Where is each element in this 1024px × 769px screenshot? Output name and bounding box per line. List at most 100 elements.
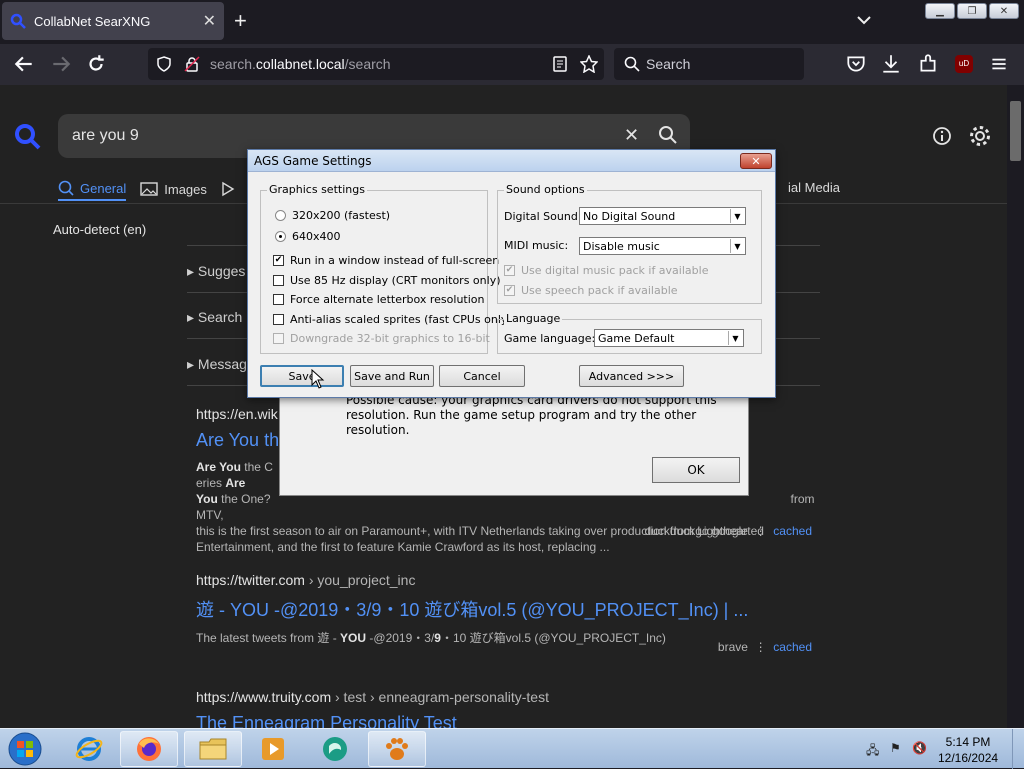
forward-icon[interactable] bbox=[50, 53, 72, 75]
scrollbar-thumb[interactable] bbox=[1010, 101, 1021, 161]
app-icon bbox=[323, 737, 347, 761]
taskbar-media-player[interactable] bbox=[244, 731, 302, 767]
windows-logo-icon bbox=[8, 732, 42, 766]
restore-button[interactable]: ❐ bbox=[957, 3, 987, 19]
web-search-box[interactable]: Search bbox=[614, 48, 804, 80]
speech-pack-checkbox: ✔ Use speech pack if available bbox=[504, 284, 678, 297]
dialog-titlebar[interactable]: AGS Game Settings ✕ bbox=[248, 150, 775, 172]
tab-bar: CollabNet SearXNG ✕ + ▁ ❐ ✕ bbox=[0, 0, 1024, 44]
start-button[interactable] bbox=[4, 731, 46, 767]
tab-social-media[interactable]: ial Media bbox=[788, 180, 840, 195]
reader-view-icon[interactable] bbox=[552, 56, 568, 72]
back-icon[interactable] bbox=[13, 53, 35, 75]
sound-options-group: Sound options Digital Sound: No Digital … bbox=[497, 183, 762, 304]
cached-link[interactable]: cached bbox=[773, 524, 812, 538]
clear-search-icon[interactable]: ✕ bbox=[624, 125, 639, 146]
antialias-checkbox[interactable]: Anti-alias scaled sprites (fast CPUs onl… bbox=[273, 313, 512, 326]
result-url[interactable]: https://twitter.com › you_project_inc bbox=[196, 572, 820, 588]
query-input[interactable]: are you 9 bbox=[72, 127, 139, 145]
new-tab-button[interactable]: + bbox=[234, 10, 247, 32]
search-result: https://www.truity.com › test › enneagra… bbox=[196, 689, 820, 728]
result-url[interactable]: https://www.truity.com › test › enneagra… bbox=[196, 689, 820, 705]
game-language-select[interactable]: Game Default ▼ bbox=[594, 329, 744, 347]
url-bar[interactable]: search.collabnet.local/search bbox=[148, 48, 604, 80]
result-meta: brave ⋮ cached bbox=[717, 640, 812, 654]
save-button[interactable]: Save bbox=[260, 365, 344, 387]
checkbox-disabled-icon bbox=[273, 333, 284, 344]
digital-sound-select[interactable]: No Digital Sound ▼ bbox=[579, 207, 746, 225]
checkbox-icon bbox=[273, 314, 284, 325]
ublock-origin-icon[interactable]: uD bbox=[953, 53, 975, 75]
error-ok-button[interactable]: OK bbox=[652, 457, 740, 483]
nav-bar: search.collabnet.local/search Search uD bbox=[0, 44, 1024, 85]
language-label: Language bbox=[504, 312, 563, 325]
messages-expander[interactable]: ▸ Message bbox=[187, 356, 255, 373]
pocket-icon[interactable] bbox=[845, 53, 867, 75]
video-icon bbox=[222, 181, 235, 197]
result-title[interactable]: The Enneagram Personality Test bbox=[196, 713, 820, 728]
volume-muted-icon[interactable]: 🔇 bbox=[912, 741, 927, 755]
taskbar-firefox[interactable] bbox=[120, 731, 178, 767]
menu-icon[interactable] bbox=[988, 53, 1010, 75]
taskbar-internet-explorer[interactable] bbox=[60, 731, 118, 767]
downgrade-checkbox: Downgrade 32-bit graphics to 16-bit bbox=[273, 332, 490, 345]
checkbox-checked-disabled-icon: ✔ bbox=[504, 285, 515, 296]
taskbar-explorer[interactable] bbox=[184, 731, 242, 767]
cancel-button[interactable]: Cancel bbox=[439, 365, 525, 387]
tab-images-label: Images bbox=[164, 181, 207, 197]
midi-music-select[interactable]: Disable music ▼ bbox=[579, 237, 746, 255]
checkbox-checked-disabled-icon: ✔ bbox=[504, 265, 515, 276]
windowed-checkbox[interactable]: ✔ Run in a window instead of full-screen bbox=[273, 254, 499, 267]
shield-icon[interactable] bbox=[156, 56, 172, 72]
info-icon[interactable] bbox=[932, 126, 952, 146]
graphics-settings-group: Graphics settings 320x200 (fastest) 640x… bbox=[260, 183, 512, 354]
taskbar-app[interactable] bbox=[306, 731, 364, 767]
res-320-radio[interactable]: 320x200 (fastest) bbox=[275, 209, 390, 222]
advanced-button[interactable]: Advanced >>> bbox=[579, 365, 684, 387]
tab-images[interactable]: Images bbox=[140, 177, 207, 201]
dialog-title: AGS Game Settings bbox=[254, 154, 372, 168]
mouse-cursor-icon bbox=[311, 369, 325, 389]
bookmark-star-icon[interactable] bbox=[580, 55, 598, 73]
close-window-button[interactable]: ✕ bbox=[989, 3, 1019, 19]
taskbar-ags-game[interactable] bbox=[368, 731, 426, 767]
reload-icon[interactable] bbox=[85, 53, 107, 75]
hz85-checkbox[interactable]: Use 85 Hz display (CRT monitors only) bbox=[273, 274, 501, 287]
language-selector[interactable]: Auto-detect (en) bbox=[53, 222, 146, 237]
letterbox-checkbox[interactable]: Force alternate letterbox resolution bbox=[273, 293, 484, 306]
list-all-tabs-icon[interactable] bbox=[856, 12, 872, 28]
system-clock[interactable]: 5:14 PM 12/16/2024 bbox=[938, 734, 998, 766]
tab-videos[interactable] bbox=[221, 177, 235, 201]
lock-insecure-icon[interactable] bbox=[184, 56, 200, 72]
cached-link[interactable]: cached bbox=[773, 640, 812, 654]
downloads-icon[interactable] bbox=[880, 53, 902, 75]
sound-options-label: Sound options bbox=[504, 183, 587, 196]
action-center-flag-icon[interactable]: ⚑ bbox=[890, 741, 901, 755]
dropdown-arrow-icon: ▼ bbox=[730, 239, 744, 253]
graphics-settings-label: Graphics settings bbox=[267, 183, 367, 196]
media-player-icon bbox=[262, 738, 284, 760]
midi-music-label: MIDI music: bbox=[504, 239, 569, 252]
searxng-logo-icon[interactable] bbox=[14, 123, 42, 151]
radio-selected-icon bbox=[275, 231, 286, 242]
search-result: https://twitter.com › you_project_inc 遊 … bbox=[196, 572, 820, 662]
save-and-run-button[interactable]: Save and Run bbox=[350, 365, 434, 387]
search-icon bbox=[58, 180, 74, 196]
network-icon[interactable]: 🖧 bbox=[866, 741, 879, 762]
result-title[interactable]: 遊 - YOU -@2019・3/9・10 遊び箱vol.5 (@YOU_PRO… bbox=[196, 596, 820, 622]
tab-close-icon[interactable]: ✕ bbox=[203, 11, 216, 31]
suggestions-expander[interactable]: ▸ Sugges bbox=[187, 263, 245, 280]
minimize-button[interactable]: ▁ bbox=[925, 3, 955, 19]
tab-searxng[interactable]: CollabNet SearXNG ✕ bbox=[2, 2, 224, 40]
gear-icon[interactable] bbox=[968, 124, 992, 148]
scrollbar[interactable] bbox=[1007, 85, 1024, 728]
search-expander[interactable]: ▸ Search bbox=[187, 309, 242, 326]
dialog-close-button[interactable]: ✕ bbox=[740, 153, 772, 169]
tab-general[interactable]: General bbox=[58, 177, 127, 201]
extensions-icon[interactable] bbox=[917, 53, 939, 75]
search-submit-icon[interactable] bbox=[658, 125, 678, 145]
show-desktop-button[interactable] bbox=[1012, 729, 1024, 769]
clock-time: 5:14 PM bbox=[945, 735, 991, 749]
res-640-radio[interactable]: 640x400 bbox=[275, 230, 341, 243]
checkbox-checked-icon: ✔ bbox=[273, 255, 284, 266]
